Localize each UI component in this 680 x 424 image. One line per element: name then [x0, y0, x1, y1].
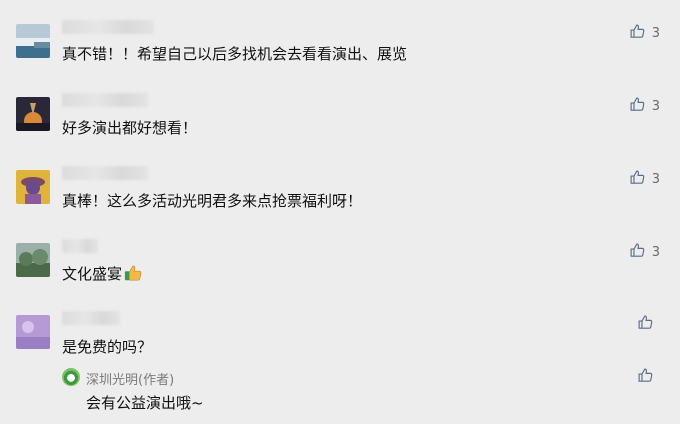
like-button[interactable] — [637, 367, 660, 388]
like-button[interactable]: 3 — [629, 96, 660, 117]
reply-author-name[interactable]: 深圳光明(作者) — [86, 369, 174, 388]
avatar[interactable] — [16, 315, 50, 349]
author-avatar[interactable] — [62, 368, 80, 386]
like-count: 3 — [651, 26, 660, 41]
like-count: 3 — [651, 172, 660, 187]
comment-text: 是免费的吗？ — [62, 338, 153, 356]
thumbs-up-icon — [629, 23, 646, 44]
comment-text: 真棒！这么多活动光明君多来点抢票福利呀！ — [62, 192, 363, 210]
thumbs-up-icon — [637, 367, 654, 388]
reply-text: 会有公益演出哦~ — [86, 394, 204, 412]
comment-text: 文化盛宴 — [62, 264, 142, 284]
thumbs-up-icon — [629, 242, 646, 263]
like-button[interactable]: 3 — [629, 169, 660, 190]
commenter-name — [62, 239, 98, 253]
thumbs-up-icon — [629, 169, 646, 190]
commenter-name — [62, 311, 120, 325]
like-count: 3 — [651, 245, 660, 260]
thumbs-up-icon — [637, 314, 654, 335]
avatar[interactable] — [16, 97, 50, 131]
like-count: 3 — [651, 99, 660, 114]
commenter-name — [62, 166, 148, 180]
comment-text: 好多演出都好想看！ — [62, 119, 198, 137]
avatar[interactable] — [16, 24, 50, 58]
like-button[interactable]: 3 — [629, 242, 660, 263]
comment-text: 真不错！！希望自己以后多找机会去看看演出、展览 — [62, 45, 408, 63]
like-button[interactable] — [637, 314, 660, 335]
commenter-name — [62, 93, 148, 107]
avatar[interactable] — [16, 243, 50, 277]
comment-text-value: 文化盛宴 — [62, 265, 123, 283]
like-button[interactable]: 3 — [629, 23, 660, 44]
thumbs-up-icon — [629, 96, 646, 117]
thumbs-up-emoji-icon — [124, 264, 142, 282]
commenter-name — [62, 20, 154, 34]
avatar[interactable] — [16, 170, 50, 204]
